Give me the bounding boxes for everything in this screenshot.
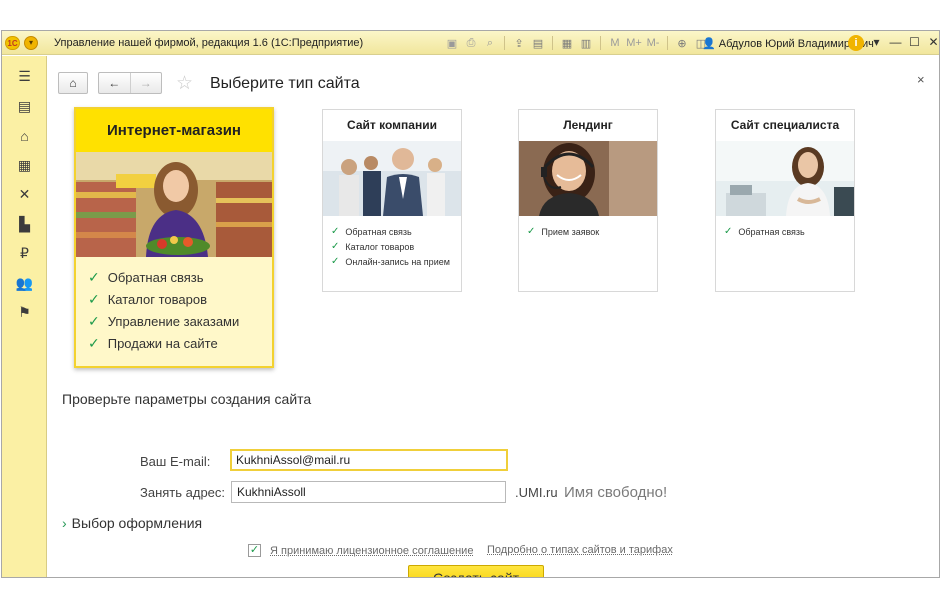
availability-status: Имя свободно! [564,484,668,501]
save-icon[interactable]: ▣ [444,35,460,51]
upload-icon[interactable]: ⇪ [511,35,527,51]
home-icon: ⌂ [69,76,77,90]
window-title: Управление нашей фирмой, редакция 1.6 (1… [54,37,364,49]
flag-icon[interactable]: ⚑ [2,298,47,328]
calendar-icon[interactable]: ▥ [578,35,594,51]
specialist-woman-photo [716,141,854,216]
info-icon[interactable]: i [848,35,864,51]
print-icon[interactable]: ⎙ [463,35,479,51]
favorite-star-icon[interactable]: ☆ [176,72,193,95]
site-type-card-online-store[interactable]: Интернет-магазин ✓ Обратная связь ✓ Ката… [74,107,274,368]
menu-icon[interactable]: ☰ [2,62,47,92]
list-item: ✓ Каталог товаров [88,290,207,307]
history-navigation: ← → [98,72,162,94]
dropdown-icon[interactable]: ▾ [868,34,885,51]
list-item: ✓ Онлайн-запись на прием [331,256,450,267]
close-form-icon[interactable]: × [917,72,925,87]
app-window: 1С ▾ Управление нашей фирмой, редакция 1… [1,30,940,578]
feature-list: ✓ Прием заявок [519,216,657,239]
card-photo [76,152,272,257]
call-center-photo [519,141,657,216]
home-button[interactable]: ⌂ [58,72,88,94]
design-selection-toggle[interactable]: › Выбор оформления [62,515,202,531]
email-field[interactable] [230,449,508,471]
warehouse-icon[interactable]: ▦ [2,151,47,181]
email-label: Ваш E-mail: [140,454,211,469]
users-icon[interactable]: 👥 [2,269,47,299]
window-controls: ▾ — ☐ ✕ [868,34,939,51]
list-item: ✓ Управление заказами [88,312,240,329]
money-icon[interactable]: ₽ [2,239,47,269]
section-title: Проверьте параметры создания сайта [62,391,312,407]
card-photo [519,141,657,216]
chevron-right-icon: › [62,515,67,531]
agree-checkbox[interactable]: ✓ [248,544,261,557]
feature-list: ✓ Обратная связь [716,216,854,239]
license-link[interactable]: Я принимаю лицензионное соглашение [270,545,473,557]
card-photo [716,141,854,216]
list-item: ✓ Обратная связь [88,268,204,285]
list-item: ✓ Каталог товаров [331,241,415,252]
back-arrow-icon[interactable]: ← [99,76,130,90]
feature-list: ✓ Обратная связь ✓ Каталог товаров ✓ Управл… [76,257,272,354]
memory-minus-button[interactable]: M- [645,35,661,51]
site-type-card-landing[interactable]: Лендинг ✓ Прием заявок [518,109,658,292]
card-title: Интернет-магазин [76,109,272,152]
main-content: ⌂ ← → ☆ Выберите тип сайта × Интернет-ма… [48,56,939,577]
check-icon: ✓ [331,241,340,252]
tools-icon[interactable]: ✕ [2,180,47,210]
card-photo [323,141,461,216]
main-menu-button[interactable]: ▾ [24,36,38,50]
title-bar: 1С ▾ Управление нашей фирмой, редакция 1… [2,31,939,55]
list-item: ✓ Продажи на сайте [88,334,218,351]
user-icon: 👤 [702,38,719,50]
window-toolbar: ▣ ⎙ ⌕ ⇪ ▤ ▦ ▥ M M+ M- ⊕ ◫ [444,35,709,51]
site-type-card-specialist[interactable]: Сайт специалиста ✓ Обратная связь [715,109,855,292]
tariffs-info-link[interactable]: Подробно о типах сайтов и тарифах [487,544,673,556]
check-icon: ✓ [88,334,100,351]
feature-list: ✓ Обратная связь ✓ Каталог товаров ✓ Онлайн… [323,216,461,269]
calculator-icon[interactable]: ▦ [559,35,575,51]
check-icon: ✓ [88,290,100,307]
memory-plus-button[interactable]: M+ [626,35,642,51]
check-icon: ✓ [88,312,100,329]
domain-suffix: .UMI.ru [515,485,558,500]
purchases-icon[interactable]: ⌂ [2,121,47,151]
print-preview-icon[interactable]: ⌕ [482,35,498,51]
card-title: Лендинг [563,118,613,132]
check-icon: ✓ [331,256,340,267]
app-logo: 1С [5,36,20,50]
check-icon: ✓ [724,226,733,237]
check-icon: ✓ [88,268,100,285]
card-title: Сайт компании [347,118,437,132]
list-item: ✓ Прием заявок [527,226,600,237]
license-agreement: ✓ Я принимаю лицензионное соглашение [248,544,483,557]
sections-panel: ☰ ▤ ⌂ ▦ ✕ ▙ ₽ 👥 ⚑ [2,56,47,577]
production-icon[interactable]: ▙ [2,210,47,240]
forward-arrow-icon[interactable]: → [131,76,162,90]
card-title: Сайт специалиста [730,118,840,132]
list-item: ✓ Обратная связь [331,226,412,237]
shopping-woman-photo [76,152,272,257]
minimize-button[interactable]: — [887,34,904,51]
document-icon[interactable]: ▤ [530,35,546,51]
check-icon: ✓ [527,226,536,237]
desktop-icon[interactable]: ▤ [2,92,47,122]
memory-m-button[interactable]: M [607,35,623,51]
address-label: Занять адрес: [140,485,226,500]
business-team-photo [323,141,461,216]
list-item: ✓ Обратная связь [724,226,805,237]
site-type-card-company[interactable]: Сайт компании ✓ Обратная связь ✓ Каталог… [322,109,462,292]
check-icon: ✓ [331,226,340,237]
zoom-icon[interactable]: ⊕ [674,35,690,51]
page-title: Выберите тип сайта [210,75,360,92]
address-field[interactable] [231,481,506,503]
close-button[interactable]: ✕ [925,34,939,51]
maximize-button[interactable]: ☐ [906,34,923,51]
create-site-button[interactable]: Создать сайт [408,565,544,577]
